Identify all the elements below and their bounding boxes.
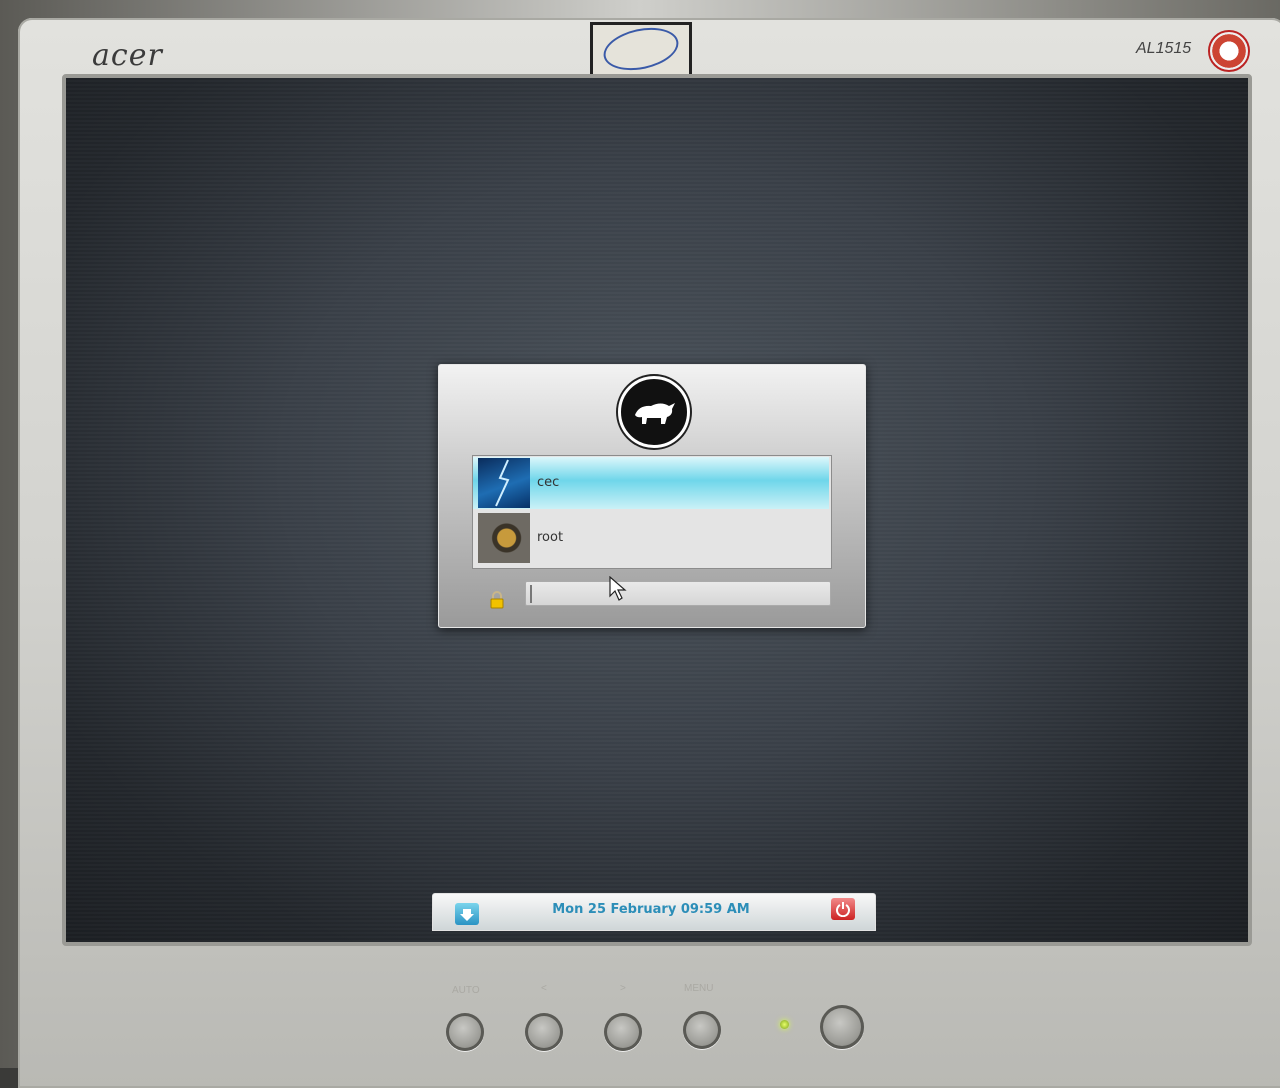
hw-label-menu: MENU — [684, 983, 714, 994]
hw-label-auto: AUTO — [452, 985, 480, 996]
right-button[interactable] — [604, 1013, 642, 1051]
clock-text: Mon 25 February 09:59 AM — [552, 902, 750, 917]
arrow-down-icon[interactable] — [455, 903, 479, 925]
user-name: root — [537, 530, 564, 545]
lightning-avatar — [478, 458, 530, 508]
user-item-root[interactable]: root — [473, 512, 829, 564]
monitor-brand: acer — [92, 38, 163, 73]
monitor-model: AL1515 — [1136, 40, 1192, 57]
password-field[interactable] — [525, 581, 831, 606]
monitor-power-button[interactable] — [820, 1005, 864, 1049]
hw-label-right: > — [620, 983, 626, 994]
text-caret — [530, 585, 532, 603]
energy-badge-icon — [1208, 30, 1250, 72]
cat-eye-avatar — [478, 513, 530, 563]
power-led — [780, 1020, 789, 1029]
power-icon[interactable] — [831, 898, 855, 920]
lock-icon — [488, 591, 506, 609]
user-item-cec[interactable]: cec — [473, 457, 829, 509]
bull-logo-icon — [618, 376, 690, 448]
auto-button[interactable] — [446, 1013, 484, 1051]
mouse-pointer-icon — [608, 575, 628, 602]
left-button[interactable] — [525, 1013, 563, 1051]
menu-button[interactable] — [683, 1011, 721, 1049]
user-list: cec root — [472, 455, 832, 569]
asset-sticker — [590, 21, 692, 78]
user-name: cec — [537, 475, 560, 490]
hw-label-left: < — [541, 983, 547, 994]
